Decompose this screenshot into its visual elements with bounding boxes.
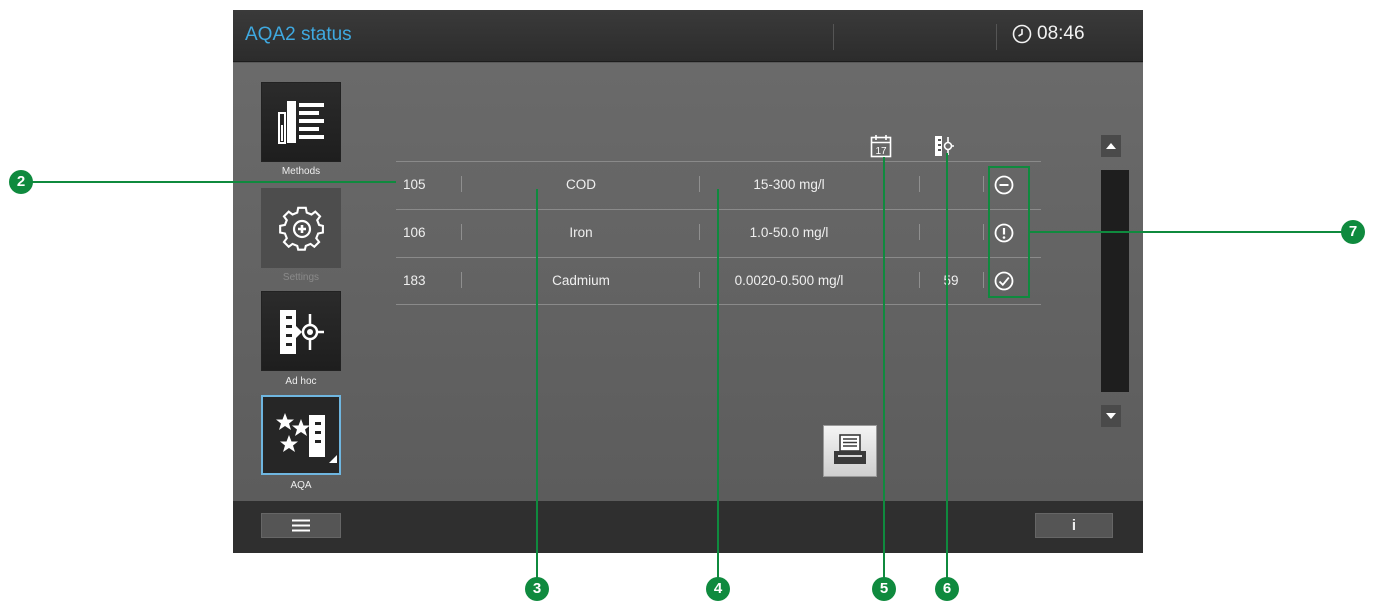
measuring-range: 1.0-50.0 mg/l [749,225,829,240]
table-rule [396,161,1041,162]
column-separator [919,224,920,240]
clock-icon [1012,24,1032,44]
info-button[interactable]: i [1035,513,1113,538]
ad-hoc-icon [280,310,324,354]
parameter-name: Cadmium [552,273,610,288]
column-separator [461,272,462,288]
callout-leader-line [883,157,885,578]
callout-4: 4 [706,577,730,601]
title-divider [833,24,834,50]
standard-measurement-icon [935,136,954,156]
methods-list-icon [278,101,324,144]
callout-leader-line [946,153,948,578]
column-separator [983,176,984,192]
column-separator [983,224,984,240]
aqa-stars-icon [276,413,337,463]
arrow-up-icon [1106,143,1116,149]
title-divider [996,24,997,50]
callout-3: 3 [525,577,549,601]
column-separator [919,176,920,192]
callout-leader-line [536,189,538,578]
method-number: 183 [403,273,426,288]
sidebar-label-aqa: AQA [290,480,312,491]
print-icon [834,434,866,464]
callout-leader-line [1030,231,1348,233]
method-number: 105 [403,177,426,192]
scrollbar-track[interactable] [1101,170,1129,392]
calendar-17-icon: 17 [870,135,892,158]
menu-icon [292,519,310,532]
column-separator [461,224,462,240]
parameter-name: COD [566,177,596,192]
column-separator [461,176,462,192]
callout-leader-line [32,181,396,183]
sidebar-item-methods[interactable] [261,82,341,162]
scroll-up-button[interactable] [1101,135,1121,157]
clock-time: 08:46 [1037,23,1085,44]
callout-leader-line [717,189,719,578]
measuring-range: 15-300 mg/l [753,177,825,192]
title-bar: AQA2 status 08:46 [233,10,1143,62]
page-title: AQA2 status [245,24,352,45]
sidebar-item-ad-hoc[interactable] [261,291,341,371]
gear-icon [279,206,324,251]
callout-6: 6 [935,577,959,601]
callout-2: 2 [9,170,33,194]
count-value: 59 [943,273,959,288]
callout-highlight-box [988,166,1030,298]
measuring-range: 0.0020-0.500 mg/l [734,273,844,288]
method-number: 106 [403,225,426,240]
arrow-down-icon [1106,413,1116,419]
clock: 08:46 [1011,23,1085,45]
sidebar-item-settings[interactable] [261,188,341,268]
bottom-bar: i [233,501,1143,553]
sidebar-label-ad-hoc: Ad hoc [285,376,317,387]
sidebar-item-aqa[interactable] [261,395,341,475]
parameter-name: Iron [569,225,593,240]
column-separator [983,272,984,288]
menu-button[interactable] [261,513,341,538]
calendar-day: 17 [875,146,887,157]
scroll-down-button[interactable] [1101,405,1121,427]
sidebar-label-settings: Settings [282,272,320,283]
callout-7: 7 [1341,220,1365,244]
print-button[interactable] [823,425,877,477]
sidebar-label-methods: Methods [281,166,321,177]
callout-5: 5 [872,577,896,601]
